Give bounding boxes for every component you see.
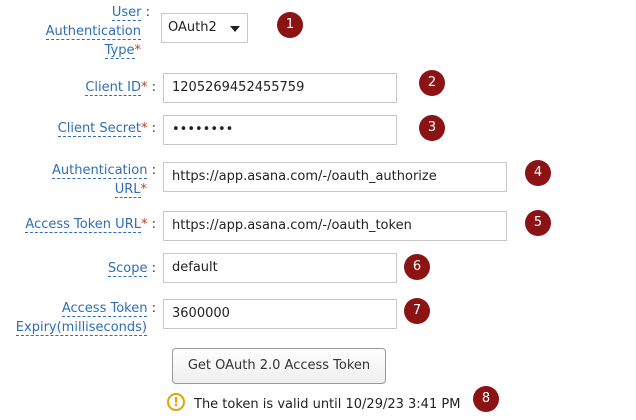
auth-url-input[interactable]: https://app.asana.com/-/oauth_authorize: [163, 162, 507, 192]
client-secret-label: Client Secret* :: [20, 119, 156, 138]
scope-label: Scope :: [20, 259, 156, 278]
get-access-token-button[interactable]: Get OAuth 2.0 Access Token: [172, 348, 386, 384]
access-token-url-label: Access Token URL* :: [10, 215, 156, 234]
token-expiry-label-line1: Access Token: [61, 301, 148, 317]
step-badge-3: 3: [419, 115, 445, 141]
required-asterisk: *: [140, 182, 148, 197]
step-badge-1: 1: [277, 12, 303, 38]
required-asterisk: *: [134, 43, 142, 58]
auth-url-label-line2: URL: [114, 182, 141, 198]
step-badge-6: 6: [404, 254, 430, 280]
access-token-url-colon: :: [151, 217, 156, 232]
required-asterisk: *: [140, 217, 148, 232]
auth-type-select[interactable]: OAuth2: [161, 13, 248, 43]
client-secret-colon: :: [151, 121, 156, 136]
step-badge-4: 4: [525, 160, 551, 186]
auth-type-label-line3: Type: [104, 43, 135, 59]
warning-icon: !: [167, 393, 185, 411]
token-expiry-label: Access Token : Expiry(milliseconds): [6, 299, 156, 337]
client-id-colon: :: [151, 80, 156, 95]
token-expiry-input[interactable]: 3600000: [163, 299, 397, 329]
auth-type-label-line2: Authentication: [45, 24, 141, 40]
scope-input[interactable]: default: [163, 253, 397, 283]
token-status-text: The token is valid until 10/29/23 3:41 P…: [194, 397, 461, 412]
scope-colon: :: [151, 261, 156, 276]
auth-url-label-line1: Authentication: [52, 163, 148, 179]
auth-type-select-value: OAuth2: [168, 20, 217, 35]
client-secret-input[interactable]: ••••••••: [163, 115, 397, 145]
access-token-url-label-text: Access Token URL: [25, 217, 141, 233]
step-badge-8: 8: [473, 386, 499, 412]
client-id-label-text: Client ID: [85, 80, 141, 96]
auth-type-colon: :: [145, 5, 150, 20]
step-badge-7: 7: [404, 298, 430, 324]
scope-label-text: Scope: [107, 261, 148, 277]
client-id-label: Client ID* :: [20, 78, 156, 97]
client-id-input[interactable]: 1205269452455759: [163, 73, 397, 103]
step-badge-5: 5: [525, 210, 551, 236]
required-asterisk: *: [140, 80, 148, 95]
step-badge-2: 2: [419, 70, 445, 96]
token-expiry-label-line2: Expiry(milliseconds): [15, 320, 147, 336]
auth-url-label: Authentication : URL*: [20, 161, 156, 199]
client-secret-label-text: Client Secret: [57, 121, 141, 137]
token-expiry-colon: :: [151, 301, 156, 316]
required-asterisk: *: [140, 121, 148, 136]
access-token-url-input[interactable]: https://app.asana.com/-/oauth_token: [163, 211, 507, 241]
auth-url-colon: :: [151, 163, 156, 178]
auth-type-label-line1: User: [111, 5, 142, 21]
auth-type-label: User : Authentication Type*: [20, 3, 150, 60]
chevron-down-icon: [230, 26, 240, 32]
